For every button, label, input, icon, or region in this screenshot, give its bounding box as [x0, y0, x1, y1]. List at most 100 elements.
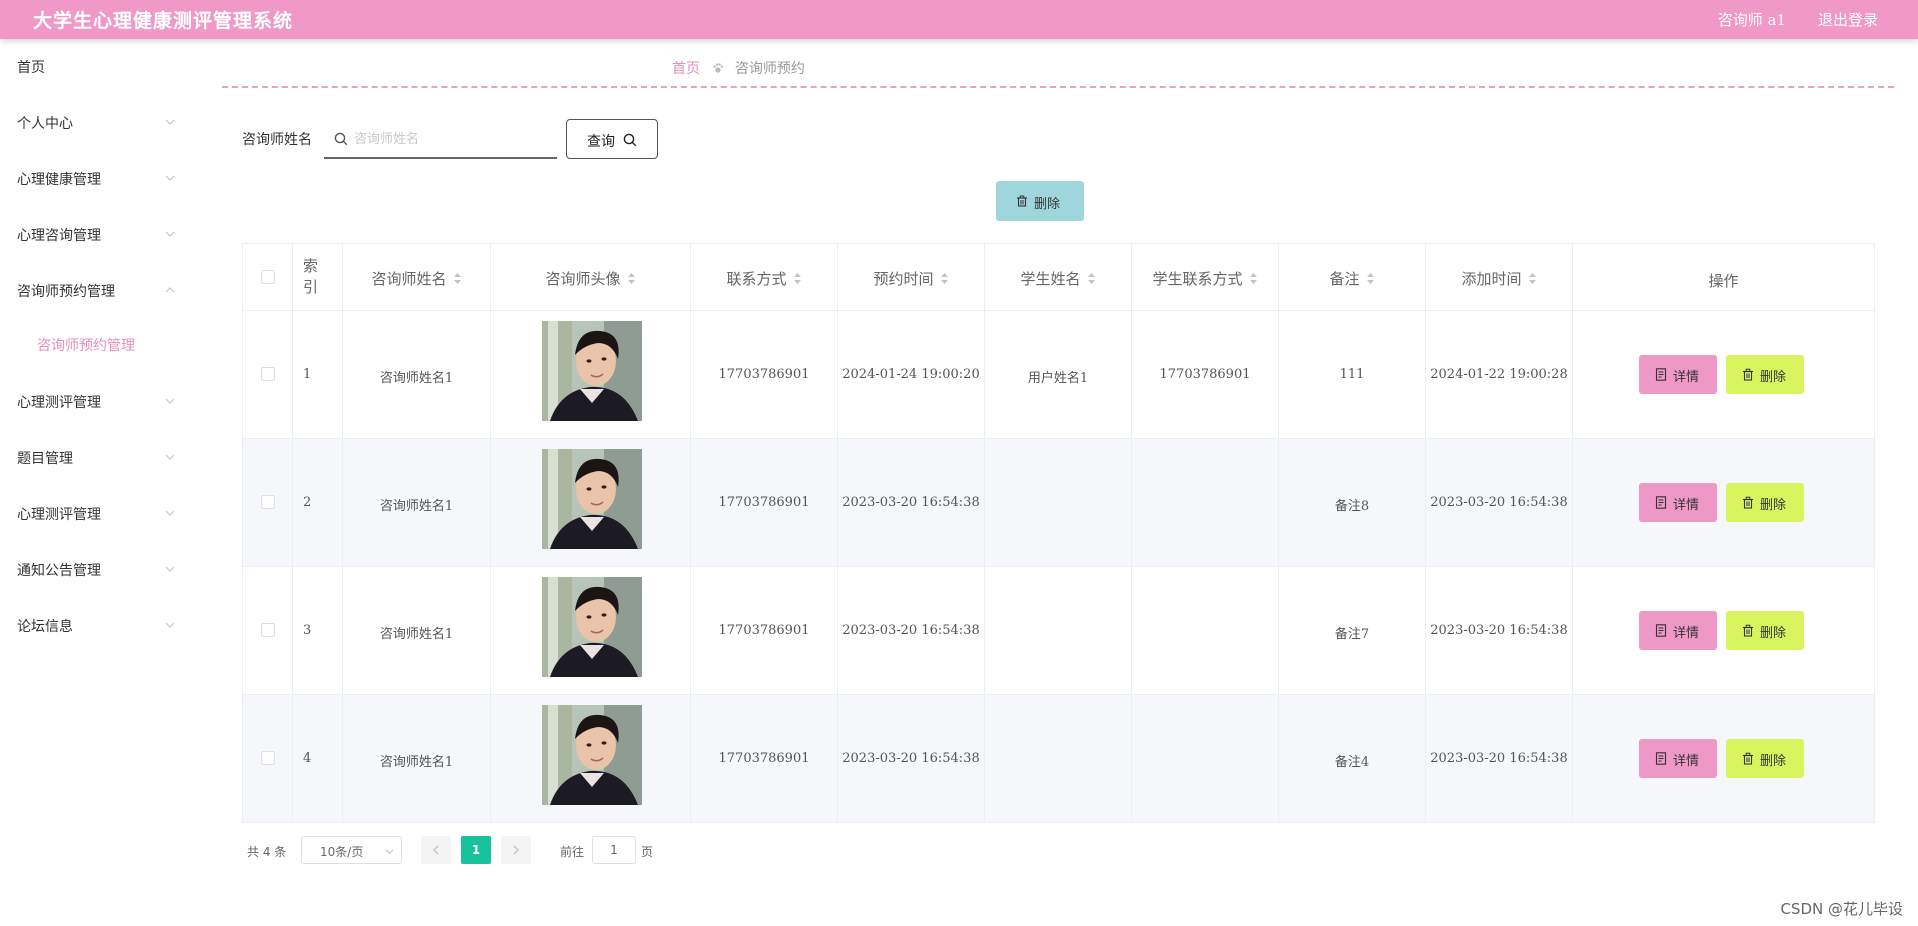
- header-student-phone[interactable]: 学生联系方式: [1132, 244, 1279, 310]
- row-select-cell: [243, 439, 293, 566]
- delete-button[interactable]: 删除: [1726, 483, 1804, 522]
- sidebar-item-label: 首页: [17, 60, 45, 76]
- sidebar-item-mental-health[interactable]: 心理健康管理: [0, 159, 190, 199]
- goto-page-input[interactable]: [592, 836, 636, 864]
- cell-added-value: 2023-03-20 16:54:38: [1430, 751, 1568, 766]
- sort-icon[interactable]: [627, 272, 636, 285]
- chevron-right-icon: [513, 845, 519, 855]
- header-index: 索引: [293, 244, 343, 310]
- page-size-select[interactable]: 10条/页: [301, 836, 402, 864]
- sidebar-item-appointment[interactable]: 咨询师预约管理: [0, 271, 190, 311]
- cell-index-value: 3: [303, 623, 312, 638]
- sidebar-item-home[interactable]: 首页: [0, 47, 190, 87]
- sidebar-item-assessment[interactable]: 心理测评管理: [0, 382, 190, 422]
- search-input[interactable]: [354, 126, 549, 152]
- row-checkbox[interactable]: [261, 495, 275, 509]
- row-checkbox[interactable]: [261, 751, 275, 765]
- detail-button[interactable]: 详情: [1639, 611, 1717, 650]
- cell-added: 2024-01-22 19:00:28: [1426, 311, 1573, 438]
- cell-student: [985, 567, 1132, 694]
- sidebar-subitem-label: 咨询师预约管理: [37, 338, 135, 354]
- sort-icon[interactable]: [1528, 272, 1537, 285]
- sort-icon[interactable]: [793, 272, 802, 285]
- cell-name: 咨询师姓名1: [343, 567, 491, 694]
- header-time[interactable]: 预约时间: [838, 244, 985, 310]
- trash-icon: [1743, 752, 1753, 765]
- prev-page-button[interactable]: [421, 836, 451, 864]
- cell-note-value: 备注8: [1334, 499, 1370, 514]
- sidebar-subitem-appointment-manage[interactable]: 咨询师预约管理: [0, 326, 190, 362]
- page-number-current[interactable]: 1: [461, 836, 491, 864]
- breadcrumb-home[interactable]: 首页: [672, 61, 700, 77]
- cell-index: 2: [293, 439, 343, 566]
- chevron-down-icon: [165, 398, 175, 404]
- header-name[interactable]: 咨询师姓名: [343, 244, 491, 310]
- appointment-table: 索引 咨询师姓名 咨询师头像 联系方式 预约时间 学生姓名 学生联系方式 备注 …: [242, 243, 1875, 823]
- counselor-avatar: [542, 577, 642, 677]
- sidebar-item-personal-center[interactable]: 个人中心: [0, 103, 190, 143]
- cell-student-phone: 17703786901: [1132, 311, 1279, 438]
- detail-button[interactable]: 详情: [1639, 355, 1717, 394]
- delete-button[interactable]: 删除: [1726, 355, 1804, 394]
- sort-icon[interactable]: [453, 272, 462, 285]
- pagination-total: 共 4 条: [247, 845, 287, 859]
- search-field: [324, 120, 557, 159]
- trash-icon: [1743, 368, 1753, 381]
- header-phone[interactable]: 联系方式: [691, 244, 838, 310]
- cell-note-value: 备注4: [1334, 755, 1370, 770]
- actions-cell: 详情 删除: [1573, 311, 1874, 438]
- detail-button-label: 详情: [1673, 626, 1700, 641]
- cell-name-value: 咨询师姓名1: [379, 371, 454, 386]
- header-select-cell: [243, 244, 293, 310]
- query-button-label: 查询: [587, 134, 615, 150]
- sidebar-item-label: 心理测评管理: [17, 395, 101, 411]
- sort-icon[interactable]: [1249, 272, 1258, 285]
- watermark: CSDN @花儿毕设: [1780, 900, 1903, 918]
- detail-button[interactable]: 详情: [1639, 739, 1717, 778]
- current-user: 咨询师 a1: [1717, 11, 1786, 29]
- table-row: 2 咨询师姓名1 17703786901 2023-03-20 16:54:38 备注8…: [243, 439, 1874, 567]
- header-note[interactable]: 备注: [1279, 244, 1426, 310]
- sidebar-item-questions[interactable]: 题目管理: [0, 438, 190, 478]
- cell-phone-value: 17703786901: [718, 495, 810, 510]
- logout-link[interactable]: 退出登录: [1818, 9, 1878, 30]
- row-select-cell: [243, 311, 293, 438]
- cell-added-value: 2023-03-20 16:54:38: [1430, 495, 1568, 510]
- sort-icon[interactable]: [1366, 272, 1375, 285]
- cell-time: 2023-03-20 16:54:38: [838, 567, 985, 694]
- detail-button[interactable]: 详情: [1639, 483, 1717, 522]
- header-student-phone-label: 学生联系方式: [1152, 270, 1243, 288]
- cell-name: 咨询师姓名1: [343, 311, 491, 438]
- breadcrumb-divider: [222, 86, 1894, 88]
- cell-phone-value: 17703786901: [718, 367, 810, 382]
- header-student[interactable]: 学生姓名: [985, 244, 1132, 310]
- header-added[interactable]: 添加时间: [1426, 244, 1573, 310]
- select-all-checkbox[interactable]: [261, 270, 275, 284]
- trash-icon: [1743, 624, 1753, 637]
- trash-icon: [1017, 195, 1027, 207]
- document-icon: [1655, 496, 1667, 509]
- sort-icon[interactable]: [940, 272, 949, 285]
- sort-icon[interactable]: [1087, 272, 1096, 285]
- page-size-value: 10条/页: [320, 845, 364, 859]
- batch-delete-button[interactable]: 删除: [996, 181, 1084, 221]
- next-page-button[interactable]: [501, 836, 531, 864]
- trash-icon: [1743, 496, 1753, 509]
- sidebar-item-assessment-2[interactable]: 心理测评管理: [0, 494, 190, 534]
- cell-name: 咨询师姓名1: [343, 695, 491, 822]
- sidebar-item-label: 心理咨询管理: [17, 228, 101, 244]
- top-header: 大学生心理健康测评管理系统 咨询师 a1 退出登录: [0, 0, 1918, 39]
- delete-button[interactable]: 删除: [1726, 611, 1804, 650]
- header-name-label: 咨询师姓名: [371, 270, 447, 288]
- delete-button[interactable]: 删除: [1726, 739, 1804, 778]
- cell-note-value: 备注7: [1334, 627, 1370, 642]
- row-checkbox[interactable]: [261, 623, 275, 637]
- sidebar-item-notices[interactable]: 通知公告管理: [0, 550, 190, 590]
- batch-delete-label: 删除: [1034, 197, 1061, 212]
- query-button[interactable]: 查询: [566, 119, 658, 159]
- header-avatar[interactable]: 咨询师头像: [491, 244, 691, 310]
- sidebar-item-forum[interactable]: 论坛信息: [0, 606, 190, 646]
- goto-page-unit: 页: [641, 845, 654, 859]
- row-checkbox[interactable]: [261, 367, 275, 381]
- sidebar-item-counseling[interactable]: 心理咨询管理: [0, 215, 190, 255]
